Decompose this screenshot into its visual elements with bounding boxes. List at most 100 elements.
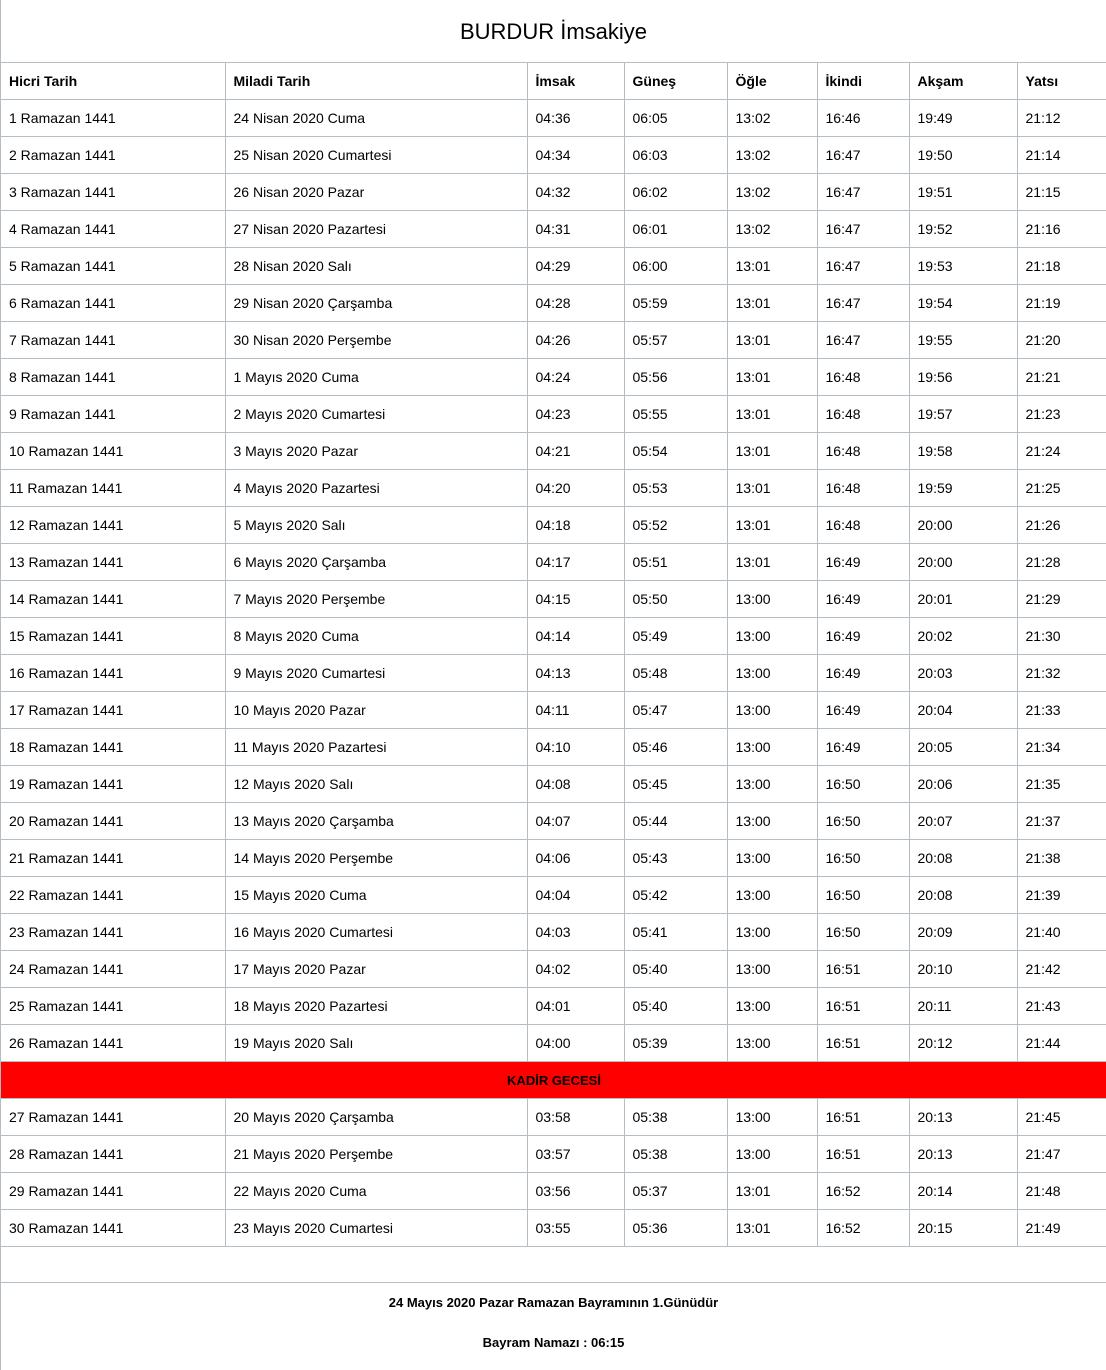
table-body-first: 1 Ramazan 1441 24 Nisan 2020 Cuma 04:36 06:… (1, 99, 1106, 1062)
table-row: 5 Ramazan 1441 28 Nisan 2020 Salı 04:29 06:… (1, 247, 1106, 285)
ogle-cell: 13:01 (727, 543, 818, 581)
gunes-cell: 05:47 (624, 691, 728, 729)
imsak-cell: 04:36 (527, 99, 625, 137)
miladi-tarih-cell: 14 Mayıs 2020 Perşembe (225, 839, 528, 877)
ogle-cell: 13:01 (727, 1172, 818, 1210)
gunes-cell: 05:43 (624, 839, 728, 877)
imsak-cell: 04:26 (527, 321, 625, 359)
yatsi-cell: 21:29 (1017, 580, 1106, 618)
aksam-cell: 19:58 (909, 432, 1018, 470)
hicri-tarih-cell: 5 Ramazan 1441 (1, 247, 226, 285)
yatsi-cell: 21:44 (1017, 1024, 1106, 1062)
header-gunes: Güneş (624, 63, 728, 100)
ogle-cell: 13:00 (727, 913, 818, 951)
table-row: 10 Ramazan 1441 3 Mayıs 2020 Pazar 04:21 05… (1, 432, 1106, 470)
imsak-cell: 04:11 (527, 691, 625, 729)
miladi-tarih-cell: 2 Mayıs 2020 Cumartesi (225, 395, 528, 433)
aksam-cell: 19:53 (909, 247, 1018, 285)
aksam-cell: 20:00 (909, 506, 1018, 544)
miladi-tarih-cell: 4 Mayıs 2020 Pazartesi (225, 469, 528, 507)
yatsi-cell: 21:45 (1017, 1098, 1106, 1136)
hicri-tarih-cell: 30 Ramazan 1441 (1, 1209, 226, 1247)
miladi-tarih-cell: 12 Mayıs 2020 Salı (225, 765, 528, 803)
table-row: 17 Ramazan 1441 10 Mayıs 2020 Pazar 04:11 0… (1, 691, 1106, 729)
ikindi-cell: 16:50 (817, 802, 910, 840)
hicri-tarih-cell: 21 Ramazan 1441 (1, 839, 226, 877)
hicri-tarih-cell: 7 Ramazan 1441 (1, 321, 226, 359)
ogle-cell: 13:02 (727, 173, 818, 211)
table-row: 4 Ramazan 1441 27 Nisan 2020 Pazartesi 04:… (1, 210, 1106, 248)
ikindi-cell: 16:48 (817, 432, 910, 470)
table-body-second: 27 Ramazan 1441 20 Mayıs 2020 Çarşamba 03:… (1, 1098, 1106, 1247)
ogle-cell: 13:00 (727, 839, 818, 877)
hicri-tarih-cell: 3 Ramazan 1441 (1, 173, 226, 211)
ikindi-cell: 16:48 (817, 469, 910, 507)
hicri-tarih-cell: 16 Ramazan 1441 (1, 654, 226, 692)
table-row: 19 Ramazan 1441 12 Mayıs 2020 Salı 04:08 05… (1, 765, 1106, 803)
hicri-tarih-cell: 17 Ramazan 1441 (1, 691, 226, 729)
bayram-namazi: Bayram Namazı : 06:15 (482, 1335, 625, 1350)
bayram-info: 24 Mayıs 2020 Pazar Ramazan Bayramının 1… (388, 1295, 719, 1310)
ikindi-cell: 16:49 (817, 543, 910, 581)
aksam-cell: 20:10 (909, 950, 1018, 988)
imsak-cell: 04:04 (527, 876, 625, 914)
hicri-tarih-cell: 26 Ramazan 1441 (1, 1024, 226, 1062)
aksam-cell: 20:11 (909, 987, 1018, 1025)
table-row: 8 Ramazan 1441 1 Mayıs 2020 Cuma 04:24 05:5… (1, 358, 1106, 396)
ikindi-cell: 16:50 (817, 876, 910, 914)
aksam-cell: 20:13 (909, 1098, 1018, 1136)
table-row: 1 Ramazan 1441 24 Nisan 2020 Cuma 04:36 06:… (1, 99, 1106, 137)
hicri-tarih-cell: 25 Ramazan 1441 (1, 987, 226, 1025)
miladi-tarih-cell: 30 Nisan 2020 Perşembe (225, 321, 528, 359)
aksam-cell: 19:56 (909, 358, 1018, 396)
imsak-cell: 03:57 (527, 1135, 625, 1173)
aksam-cell: 20:03 (909, 654, 1018, 692)
ogle-cell: 13:01 (727, 321, 818, 359)
miladi-tarih-cell: 9 Mayıs 2020 Cumartesi (225, 654, 528, 692)
imsak-cell: 04:14 (527, 617, 625, 655)
yatsi-cell: 21:20 (1017, 321, 1106, 359)
aksam-cell: 20:08 (909, 876, 1018, 914)
gunes-cell: 05:56 (624, 358, 728, 396)
hicri-tarih-cell: 13 Ramazan 1441 (1, 543, 226, 581)
ogle-cell: 13:00 (727, 1135, 818, 1173)
ikindi-cell: 16:49 (817, 728, 910, 766)
gunes-cell: 05:53 (624, 469, 728, 507)
ikindi-cell: 16:48 (817, 506, 910, 544)
ikindi-cell: 16:50 (817, 913, 910, 951)
table-spacer-row (1, 1247, 1106, 1283)
ikindi-cell: 16:47 (817, 173, 910, 211)
yatsi-cell: 21:34 (1017, 728, 1106, 766)
imsak-cell: 04:01 (527, 987, 625, 1025)
ogle-cell: 13:00 (727, 654, 818, 692)
yatsi-cell: 21:28 (1017, 543, 1106, 581)
table-row: 30 Ramazan 1441 23 Mayıs 2020 Cumartesi 03… (1, 1209, 1106, 1247)
ikindi-cell: 16:50 (817, 839, 910, 877)
hicri-tarih-cell: 11 Ramazan 1441 (1, 469, 226, 507)
table-row: 27 Ramazan 1441 20 Mayıs 2020 Çarşamba 03:… (1, 1098, 1106, 1136)
imsak-cell: 04:34 (527, 136, 625, 174)
yatsi-cell: 21:38 (1017, 839, 1106, 877)
kadir-gecesi-label: KADİR GECESİ (1, 1061, 1106, 1099)
hicri-tarih-cell: 12 Ramazan 1441 (1, 506, 226, 544)
table-body-special: KADİR GECESİ (1, 1061, 1106, 1099)
table-row: 15 Ramazan 1441 8 Mayıs 2020 Cuma 04:14 05:… (1, 617, 1106, 655)
aksam-cell: 19:59 (909, 469, 1018, 507)
table-row: 28 Ramazan 1441 21 Mayıs 2020 Perşembe 03:… (1, 1135, 1106, 1173)
hicri-tarih-cell: 2 Ramazan 1441 (1, 136, 226, 174)
ogle-cell: 13:02 (727, 99, 818, 137)
miladi-tarih-cell: 19 Mayıs 2020 Salı (225, 1024, 528, 1062)
ogle-cell: 13:00 (727, 691, 818, 729)
imsak-cell: 04:23 (527, 395, 625, 433)
hicri-tarih-cell: 15 Ramazan 1441 (1, 617, 226, 655)
aksam-cell: 19:49 (909, 99, 1018, 137)
yatsi-cell: 21:24 (1017, 432, 1106, 470)
miladi-tarih-cell: 13 Mayıs 2020 Çarşamba (225, 802, 528, 840)
imsak-cell: 04:02 (527, 950, 625, 988)
table-row: 2 Ramazan 1441 25 Nisan 2020 Cumartesi 04:… (1, 136, 1106, 174)
imsak-cell: 04:18 (527, 506, 625, 544)
aksam-cell: 20:07 (909, 802, 1018, 840)
header-ikindi: İkindi (817, 63, 910, 100)
yatsi-cell: 21:12 (1017, 99, 1106, 137)
gunes-cell: 06:02 (624, 173, 728, 211)
